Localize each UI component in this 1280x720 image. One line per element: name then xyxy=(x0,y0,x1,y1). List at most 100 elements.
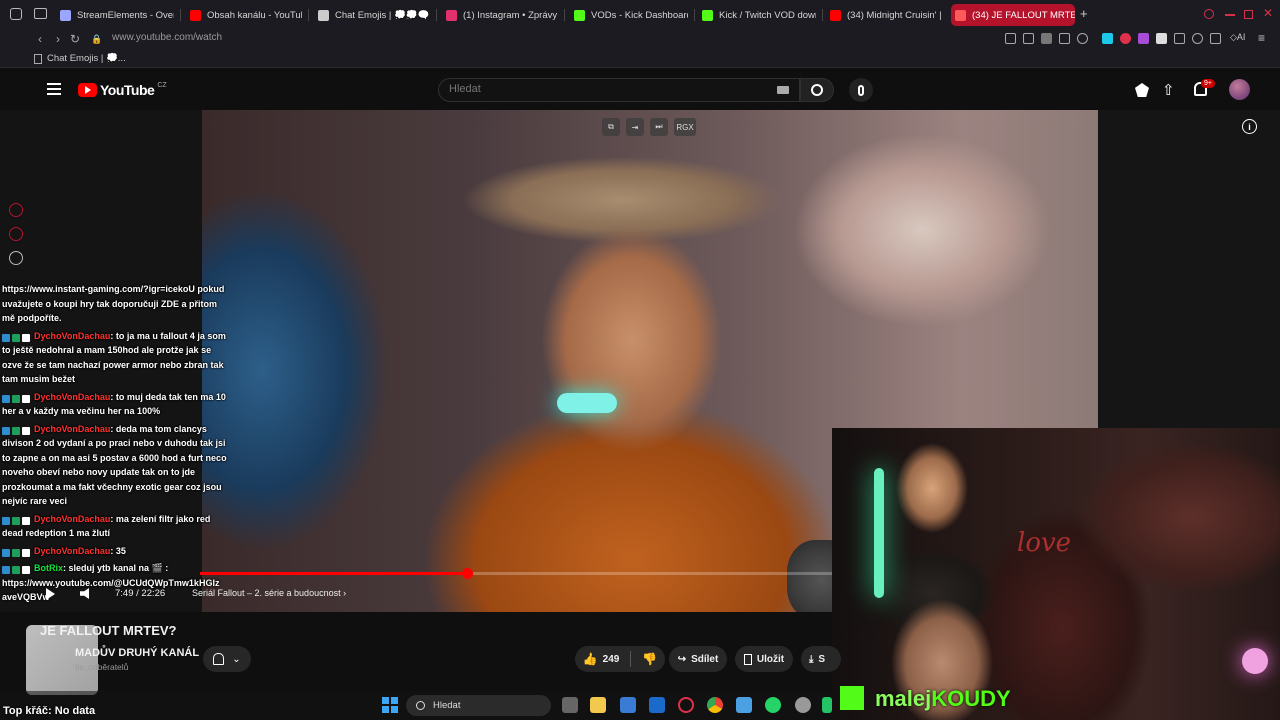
chapter-title[interactable]: Seriál Fallout – 2. série a budoucnost › xyxy=(192,588,346,598)
avatar[interactable] xyxy=(1229,79,1250,100)
whatsapp-icon[interactable] xyxy=(765,697,781,713)
chat-username[interactable]: DychoVonDachau xyxy=(34,514,110,524)
tab-search-icon[interactable] xyxy=(10,8,22,20)
tab-favicon-icon xyxy=(830,9,841,21)
browser-tab[interactable]: Kick / Twitch VOD downlo xyxy=(698,4,816,26)
create-icon[interactable] xyxy=(1135,83,1149,97)
extension-icon[interactable] xyxy=(1138,33,1149,44)
voice-search-button[interactable] xyxy=(849,78,873,102)
download-icon: ⤓ xyxy=(809,653,814,665)
rgx-button[interactable]: RGX xyxy=(674,118,696,136)
chat-username[interactable]: BotRix xyxy=(34,563,63,573)
search-box[interactable] xyxy=(438,78,800,102)
tab-favicon-icon xyxy=(955,9,966,21)
close-icon[interactable]: ✕ xyxy=(1263,6,1273,20)
youtube-header: YouTube CZ ⇧ 9+ xyxy=(0,70,1280,110)
browser-tab[interactable]: StreamElements - Overlay xyxy=(56,4,174,26)
settings-icon[interactable] xyxy=(9,251,23,265)
hamburger-menu-icon[interactable] xyxy=(47,83,61,95)
chat-username[interactable]: DychoVonDachau xyxy=(34,331,110,341)
chat-username[interactable]: DychoVonDachau xyxy=(34,424,110,434)
share-button[interactable]: ↪ Sdílet xyxy=(669,646,727,672)
youtube-logo[interactable]: YouTube CZ xyxy=(78,82,167,98)
url-field[interactable]: www.youtube.com/watch xyxy=(112,32,222,43)
browser-tab[interactable]: Chat Emojis | 💭💭🗨️🗨️ | xyxy=(314,4,430,26)
time-display: 7:49 / 22:26 xyxy=(115,588,166,599)
ai-icon[interactable]: ◇AI xyxy=(1230,32,1245,43)
progress-bar[interactable] xyxy=(200,568,832,579)
browser-tab-active[interactable]: (34) JE FALLOUT MRTEV? xyxy=(951,4,1075,26)
chevron-down-icon: ⌄ xyxy=(232,653,241,665)
task-view-icon[interactable] xyxy=(562,697,578,713)
outlook-icon[interactable] xyxy=(649,697,665,713)
chrome-icon[interactable] xyxy=(707,697,723,713)
app-icon[interactable] xyxy=(822,697,832,713)
like-count[interactable]: 249 xyxy=(603,654,620,665)
app-icon[interactable] xyxy=(795,697,811,713)
upload-icon[interactable]: ⇧ xyxy=(1162,81,1175,99)
tab-favicon-icon xyxy=(190,9,201,21)
chat-username[interactable]: DychoVonDachau xyxy=(34,546,110,556)
search-icon[interactable] xyxy=(1204,9,1214,19)
photos-icon[interactable] xyxy=(736,697,752,713)
next-icon[interactable]: ⏭ xyxy=(650,118,668,136)
extension-icon[interactable] xyxy=(1156,33,1167,44)
play-icon[interactable] xyxy=(46,588,55,600)
puzzle-icon[interactable] xyxy=(1174,33,1185,44)
chat-text: : deda ma tom clancys divison 2 od vydan… xyxy=(2,423,227,507)
forward-icon[interactable]: › xyxy=(50,31,66,47)
browser-tab[interactable]: (34) Midnight Cruisin' | M xyxy=(826,4,944,26)
keyboard-icon[interactable] xyxy=(777,86,789,94)
user-icon[interactable] xyxy=(9,227,23,241)
chat-username[interactable]: DychoVonDachau xyxy=(34,392,110,402)
opera-icon[interactable] xyxy=(678,697,694,713)
browser-tab[interactable]: Obsah kanálu - YouTube S xyxy=(186,4,302,26)
chat-message: DychoVonDachau: to muj deda tak ten ma 1… xyxy=(2,390,232,419)
info-icon[interactable]: i xyxy=(1242,119,1257,134)
windows-start-icon[interactable] xyxy=(382,697,398,713)
download-button[interactable]: ⤓ S xyxy=(801,646,841,672)
heart-icon[interactable] xyxy=(1077,33,1088,44)
exit-icon[interactable]: ⇥ xyxy=(626,118,644,136)
subscriber-count: tis. odběratelů xyxy=(75,662,129,672)
chat-message: https://www.instant-gaming.com/?igr=icek… xyxy=(2,282,232,326)
tab-overview-icon[interactable] xyxy=(34,8,47,19)
share-icon: ↪ xyxy=(677,653,687,665)
browser-tab[interactable]: (1) Instagram • Zprávy xyxy=(442,4,558,26)
shield-icon[interactable] xyxy=(1041,33,1052,44)
bookmark-item[interactable]: Chat Emojis | 💭... xyxy=(34,53,126,64)
new-tab-icon[interactable]: + xyxy=(1080,6,1088,21)
miniplayer-icon[interactable]: ⧉ xyxy=(602,118,620,136)
extension-icon[interactable] xyxy=(1102,33,1113,44)
menu-icon[interactable]: ≡ xyxy=(1258,31,1265,45)
taskbar-search[interactable]: Hledat xyxy=(406,695,551,716)
dislike-icon[interactable]: 👎 xyxy=(642,652,657,666)
download-icon[interactable] xyxy=(1210,33,1221,44)
store-icon[interactable] xyxy=(620,697,636,713)
screenshot-icon[interactable] xyxy=(1023,33,1034,44)
refresh-icon[interactable] xyxy=(9,203,23,217)
microphone-icon xyxy=(858,84,864,96)
like-icon[interactable]: 👍 xyxy=(583,652,598,666)
save-button[interactable]: Uložit xyxy=(735,646,793,672)
reload-icon[interactable]: ↻ xyxy=(67,31,83,47)
bookmark-page-icon[interactable] xyxy=(1005,33,1016,44)
profile-icon[interactable] xyxy=(1192,33,1203,44)
chat-badges-icon xyxy=(2,393,34,403)
browser-tab[interactable]: VODs - Kick Dashboard xyxy=(570,4,688,26)
minimize-icon[interactable] xyxy=(1225,14,1235,16)
extension-icon[interactable] xyxy=(1120,33,1131,44)
search-button[interactable] xyxy=(800,78,834,102)
search-input[interactable] xyxy=(449,83,749,95)
subscription-bell-button[interactable]: ⌄ xyxy=(203,646,251,672)
back-icon[interactable]: ‹ xyxy=(32,31,48,47)
chat-badges-icon xyxy=(2,547,34,557)
progress-scrubber[interactable] xyxy=(461,568,473,579)
send-icon[interactable] xyxy=(1059,33,1070,44)
progress-fill xyxy=(200,572,467,575)
file-explorer-icon[interactable] xyxy=(590,697,606,713)
channel-name[interactable]: MADŮV DRUHÝ KANÁL xyxy=(75,647,199,659)
chat-badges-icon xyxy=(2,515,34,525)
maximize-icon[interactable] xyxy=(1244,10,1253,19)
chat-overlay: https://www.instant-gaming.com/?igr=icek… xyxy=(2,282,232,608)
